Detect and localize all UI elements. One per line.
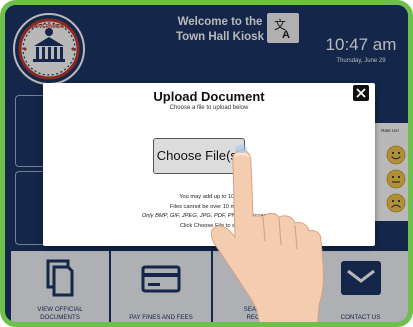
dialog-title: Upload Document xyxy=(153,89,265,104)
close-button[interactable] xyxy=(353,85,369,101)
close-icon xyxy=(356,88,366,98)
dialog-subtitle: Choose a file to upload below xyxy=(169,105,249,111)
pointing-hand-image xyxy=(210,145,324,322)
kiosk-frame: GOVERNMENT Welcome to the Town Hall Kios… xyxy=(0,0,413,327)
